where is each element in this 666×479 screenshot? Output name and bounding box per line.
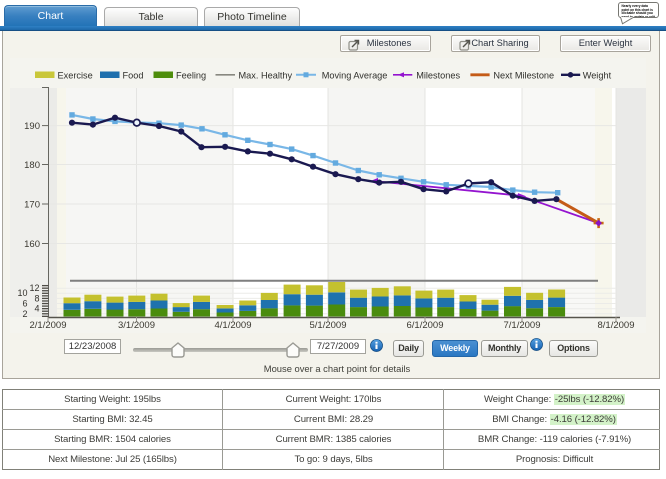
svg-text:3/1/2009: 3/1/2009 bbox=[118, 320, 155, 331]
svg-text:190: 190 bbox=[24, 121, 40, 132]
svg-text:160: 160 bbox=[24, 239, 40, 250]
svg-text:Max. Healthy: Max. Healthy bbox=[239, 71, 293, 81]
svg-text:Weight: Weight bbox=[583, 71, 612, 81]
svg-text:170: 170 bbox=[24, 200, 40, 211]
svg-text:8/1/2009: 8/1/2009 bbox=[598, 320, 635, 331]
svg-text:8: 8 bbox=[34, 293, 39, 303]
svg-text:Exercise: Exercise bbox=[58, 71, 93, 81]
svg-text:5/1/2009: 5/1/2009 bbox=[310, 320, 347, 331]
svg-text:2/1/2009: 2/1/2009 bbox=[30, 320, 67, 331]
svg-text:7/1/2009: 7/1/2009 bbox=[504, 320, 541, 331]
svg-text:6: 6 bbox=[22, 299, 27, 309]
svg-text:Feeling: Feeling bbox=[176, 71, 206, 81]
svg-text:6/1/2009: 6/1/2009 bbox=[407, 320, 444, 331]
svg-text:4/1/2009: 4/1/2009 bbox=[215, 320, 252, 331]
svg-text:180: 180 bbox=[24, 160, 40, 171]
svg-text:4: 4 bbox=[34, 304, 39, 314]
svg-text:Moving Average: Moving Average bbox=[322, 71, 388, 81]
svg-text:Milestones: Milestones bbox=[416, 71, 460, 81]
svg-text:2: 2 bbox=[22, 309, 27, 319]
svg-text:Next Milestone: Next Milestone bbox=[493, 71, 554, 81]
svg-text:12: 12 bbox=[29, 283, 39, 293]
svg-text:Food: Food bbox=[123, 71, 144, 81]
svg-text:10: 10 bbox=[17, 288, 27, 298]
